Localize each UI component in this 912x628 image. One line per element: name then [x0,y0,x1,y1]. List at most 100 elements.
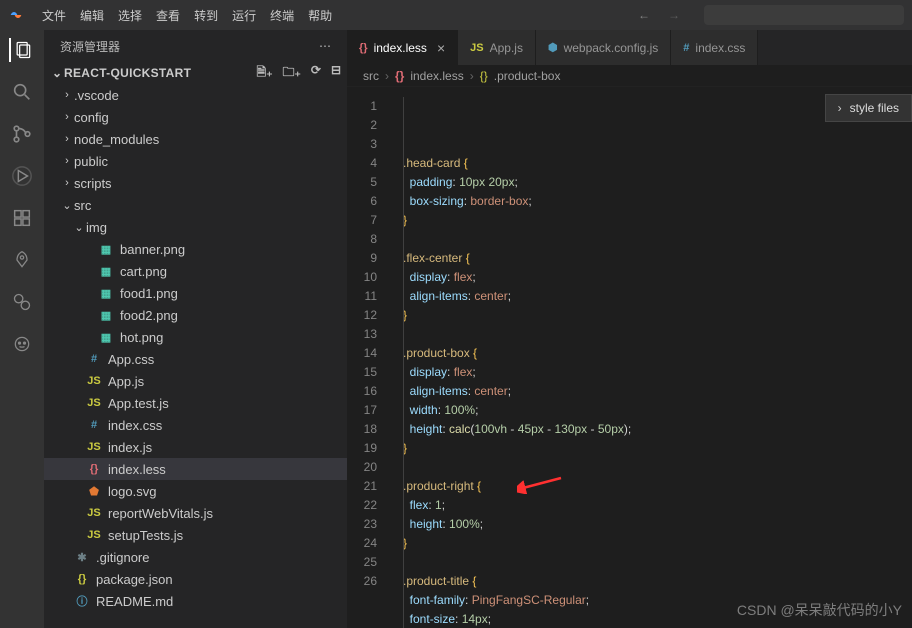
search-icon[interactable] [10,80,34,104]
file-item[interactable]: JSreportWebVitals.js [44,502,347,524]
js-file-icon: JS [470,42,483,54]
source-control-icon[interactable] [10,122,34,146]
item-label: src [74,198,91,213]
webpack-file-icon: ⬢ [548,41,558,54]
item-label: img [86,220,107,235]
img-file-icon: ▦ [98,241,114,257]
rocket-icon[interactable] [10,248,34,272]
file-tree: ›.vscode›config›node_modules›public›scri… [44,84,347,628]
chevron-right-icon: › [60,155,74,167]
svg-file-icon: ⬟ [86,483,102,499]
folder-item[interactable]: ⌄src [44,194,347,216]
chevron-right-icon: › [60,133,74,145]
editor-tab[interactable]: #index.css [671,30,758,65]
json-file-icon: {} [74,571,90,587]
file-item[interactable]: ⬟ logo.svg [44,480,347,502]
run-debug-icon[interactable] [10,164,34,188]
css-file-icon: # [86,417,102,433]
file-item[interactable]: ▦banner.png [44,238,347,260]
chevron-right-icon: › [470,69,474,83]
editor-tab[interactable]: ⬢webpack.config.js [536,30,671,65]
menu-item[interactable]: 运行 [232,7,256,24]
new-folder-icon[interactable]: 🗀₊ [283,63,301,84]
chevron-right-icon: › [60,89,74,101]
file-item[interactable]: ✱.gitignore [44,546,347,568]
editor-tabs: {}index.less×JSApp.js⬢webpack.config.js#… [347,30,912,65]
code-editor[interactable]: 1234567891011121314151617181920212223242… [347,87,912,628]
folder-item[interactable]: ⌄img [44,216,347,238]
file-item[interactable]: ▦hot.png [44,326,347,348]
img-file-icon: ▦ [98,307,114,323]
chevron-right-icon: › [838,101,842,115]
explorer-sidebar: 资源管理器 ⋯ ⌄ REACT-QUICKSTART 🗎₊ 🗀₊ ⟳ ⊟ ›.v… [44,30,347,628]
robot-icon[interactable] [10,332,34,356]
item-label: food1.png [120,286,178,301]
img-file-icon: ▦ [98,263,114,279]
menu-item[interactable]: 终端 [270,7,294,24]
folder-item[interactable]: ›.vscode [44,84,347,106]
file-item[interactable]: JS App.js [44,370,347,392]
file-item[interactable]: JS index.js [44,436,347,458]
item-label: App.js [108,374,144,389]
breadcrumb-item: .product-box [494,69,561,83]
file-item[interactable]: #index.css [44,414,347,436]
menu-item[interactable]: 查看 [156,7,180,24]
editor-tab[interactable]: {}index.less× [347,30,458,65]
file-item[interactable]: JS setupTests.js [44,524,347,546]
extensions-icon[interactable] [10,206,34,230]
file-item[interactable]: {}index.less [44,458,347,480]
js-file-icon: JS [86,527,102,543]
breadcrumb[interactable]: src › {} index.less › {} .product-box [347,65,912,87]
item-label: setupTests.js [108,528,183,543]
explorer-title: 资源管理器 [60,38,120,55]
folder-item[interactable]: ›scripts [44,172,347,194]
item-label: node_modules [74,132,159,147]
file-item[interactable]: ▦cart.png [44,260,347,282]
menu-item[interactable]: 编辑 [80,7,104,24]
line-numbers: 1234567891011121314151617181920212223242… [347,97,395,628]
item-label: food2.png [120,308,178,323]
js-file-icon: JS [86,373,102,389]
item-label: .vscode [74,88,119,103]
editor-tab[interactable]: JSApp.js [458,30,536,65]
item-label: logo.svg [108,484,156,499]
js-file-icon: JS [86,439,102,455]
item-label: scripts [74,176,112,191]
less-file-icon: {} [359,42,368,54]
title-bar: 文件 编辑 选择 查看 转到 运行 终端 帮助 ← → [0,0,912,30]
close-icon[interactable]: × [437,40,445,56]
explorer-icon[interactable] [9,38,33,62]
menu-item[interactable]: 选择 [118,7,142,24]
style-files-dropdown[interactable]: › style files [825,94,912,122]
item-label: index.js [108,440,152,455]
nav-forward-icon[interactable]: → [668,8,680,22]
menu-item[interactable]: 帮助 [308,7,332,24]
file-item[interactable]: {}package.json [44,568,347,590]
folder-item[interactable]: ›node_modules [44,128,347,150]
file-item[interactable]: JSApp.test.js [44,392,347,414]
file-item[interactable]: #App.css [44,348,347,370]
file-item[interactable]: ▦food1.png [44,282,347,304]
menu-item[interactable]: 文件 [42,7,66,24]
js-file-icon: JS [86,395,102,411]
chevron-down-icon: ⌄ [60,199,74,212]
file-item[interactable]: ⓘREADME.md [44,590,347,612]
file-item[interactable]: ▦ food2.png [44,304,347,326]
item-label: config [74,110,109,125]
command-search-input[interactable] [704,5,904,25]
nav-back-icon[interactable]: ← [638,8,650,22]
brace-icon: {} [480,69,488,83]
folder-item[interactable]: ›public [44,150,347,172]
folder-item[interactable]: ›config [44,106,347,128]
item-label: public [74,154,108,169]
project-root[interactable]: ⌄ REACT-QUICKSTART 🗎₊ 🗀₊ ⟳ ⊟ [44,62,347,84]
circles-icon[interactable] [10,290,34,314]
explorer-more-icon[interactable]: ⋯ [319,39,331,53]
css-file-icon: # [683,42,689,54]
collapse-all-icon[interactable]: ⊟ [331,63,341,84]
css-file-icon: # [86,351,102,367]
menu-item[interactable]: 转到 [194,7,218,24]
refresh-icon[interactable]: ⟳ [311,63,321,84]
item-label: index.less [108,462,166,477]
new-file-icon[interactable]: 🗎₊ [257,63,273,84]
